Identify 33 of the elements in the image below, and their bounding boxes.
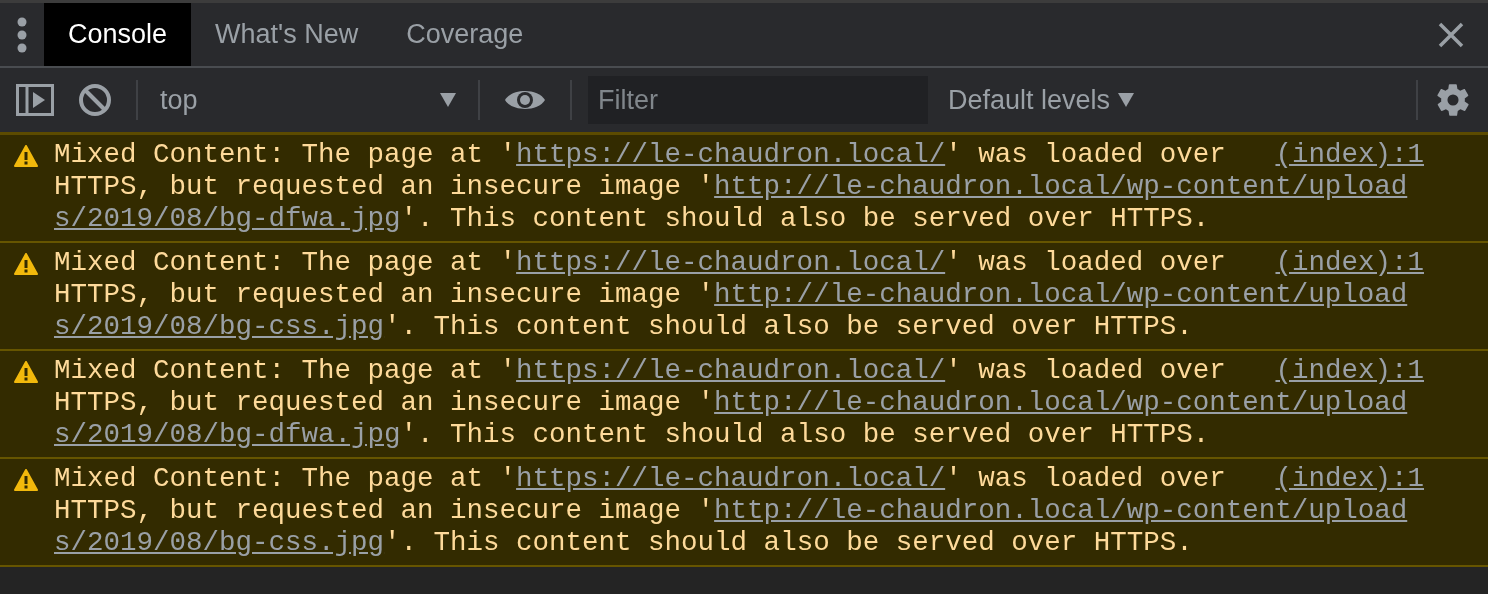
url-link[interactable]: s/2019/08/bg-dfwa.jpg xyxy=(54,203,401,234)
url-link[interactable]: http://le-chaudron.local/wp-content/upload xyxy=(714,387,1408,418)
warning-icon xyxy=(14,468,38,491)
source-link[interactable]: (index):1 xyxy=(1275,463,1424,495)
tab[interactable]: Console xyxy=(44,3,192,66)
url-link[interactable]: http://le-chaudron.local/wp-content/upload xyxy=(714,495,1408,526)
dropdown-caret-icon xyxy=(1118,93,1135,107)
log-levels-dropdown[interactable]: Default levels xyxy=(928,79,1155,121)
tab[interactable]: What's New xyxy=(191,3,383,66)
url-link[interactable]: s/2019/08/bg-dfwa.jpg xyxy=(54,419,401,450)
warning-icon xyxy=(14,252,38,275)
url-link[interactable]: https://le-chaudron.local/ xyxy=(516,463,946,494)
clear-console-icon[interactable] xyxy=(78,83,112,117)
source-link[interactable]: (index):1 xyxy=(1275,355,1424,387)
context-dropdown[interactable]: top xyxy=(138,79,478,121)
source-link[interactable]: (index):1 xyxy=(1275,139,1424,171)
more-options-icon[interactable] xyxy=(16,16,28,53)
url-link[interactable]: https://le-chaudron.local/ xyxy=(516,247,946,278)
url-link[interactable]: s/2019/08/bg-css.jpg xyxy=(54,311,385,342)
url-link[interactable]: s/2019/08/bg-css.jpg xyxy=(54,527,385,558)
tab[interactable]: Coverage xyxy=(382,3,548,66)
sidebar-toggle-icon[interactable] xyxy=(16,84,54,116)
url-link[interactable]: http://le-chaudron.local/wp-content/upload xyxy=(714,279,1408,310)
warning-icon xyxy=(14,360,38,383)
source-link[interactable]: (index):1 xyxy=(1275,247,1424,279)
url-link[interactable]: http://le-chaudron.local/wp-content/upload xyxy=(714,171,1408,202)
url-link[interactable]: https://le-chaudron.local/ xyxy=(516,139,946,170)
close-icon[interactable] xyxy=(1438,21,1464,48)
warning-icon xyxy=(14,144,38,167)
url-link[interactable]: https://le-chaudron.local/ xyxy=(516,355,946,386)
settings-icon[interactable] xyxy=(1434,81,1472,119)
dropdown-caret-icon xyxy=(440,93,456,107)
filter-field[interactable]: Filter xyxy=(588,76,928,124)
